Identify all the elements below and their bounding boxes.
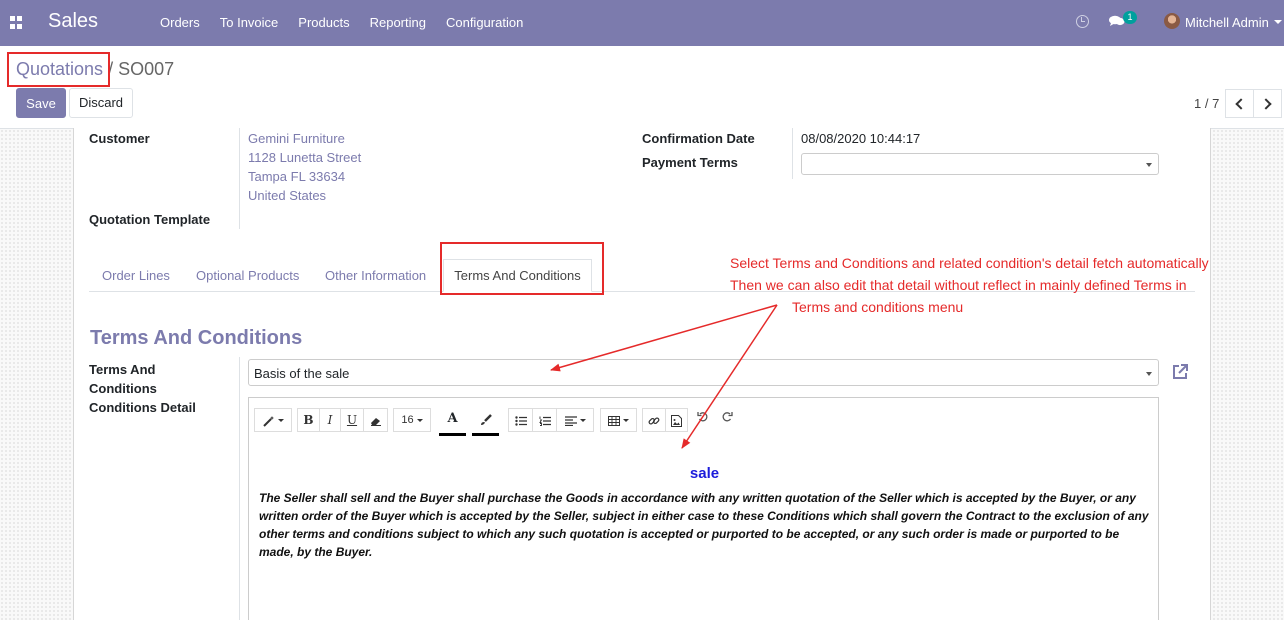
payment-terms-label: Payment Terms	[642, 155, 738, 170]
font-size-dropdown[interactable]: 16	[393, 408, 431, 432]
save-button[interactable]: Save	[16, 88, 66, 118]
fill-color-icon[interactable]	[472, 406, 499, 436]
app-title: Sales	[48, 10, 99, 32]
pager-previous-button[interactable]	[1225, 89, 1254, 118]
link-icon[interactable]	[643, 409, 665, 431]
editor-heading[interactable]: sale	[249, 465, 1160, 482]
menu-item-orders[interactable]: Orders	[160, 15, 200, 30]
tab-order-lines[interactable]: Order Lines	[102, 268, 170, 283]
customer-label: Customer	[89, 131, 150, 146]
annotation-highlight-box-breadcrumb	[7, 52, 110, 87]
pager-value[interactable]: 1 / 7	[1194, 96, 1219, 111]
unordered-list-icon[interactable]	[509, 409, 532, 431]
text-color-icon[interactable]: A	[439, 406, 466, 436]
confirmation-date-value[interactable]: 08/08/2020 10:44:17	[801, 131, 920, 146]
insert-group	[642, 408, 688, 432]
terms-select-value: Basis of the sale	[254, 366, 350, 381]
field-divider	[792, 128, 793, 179]
payment-terms-select[interactable]	[801, 153, 1159, 175]
tab-optional-products[interactable]: Optional Products	[196, 268, 299, 283]
chevron-right-icon	[1260, 98, 1272, 110]
activity-clock-icon[interactable]	[1076, 15, 1089, 28]
terms-field-label-line2: Conditions	[89, 381, 157, 396]
paragraph-group	[508, 408, 594, 432]
user-menu-chevron-down-icon[interactable]	[1274, 20, 1282, 24]
menu-item-products[interactable]: Products	[298, 15, 349, 30]
user-avatar[interactable]	[1164, 13, 1180, 29]
rich-text-editor[interactable]: B I U 16 A sale The Seller shall sell an…	[248, 397, 1159, 620]
editor-body-text[interactable]: The Seller shall sell and the Buyer shal…	[259, 489, 1151, 561]
undo-icon[interactable]	[697, 411, 713, 429]
annotation-highlight-box-tab	[440, 242, 604, 295]
table-dropdown[interactable]	[600, 408, 637, 432]
confirmation-date-label: Confirmation Date	[642, 131, 755, 146]
font-size-value: 16	[401, 414, 414, 426]
quotation-template-label: Quotation Template	[89, 212, 211, 227]
image-icon[interactable]	[666, 409, 687, 431]
external-link-icon[interactable]	[1170, 362, 1190, 382]
chat-count-badge: 1	[1123, 11, 1137, 24]
chevron-down-icon	[1146, 371, 1152, 376]
terms-and-conditions-select[interactable]: Basis of the sale	[248, 359, 1159, 386]
menu-item-reporting[interactable]: Reporting	[370, 15, 426, 30]
font-style-group: B I U	[297, 408, 388, 432]
pager-next-button[interactable]	[1253, 89, 1282, 118]
annotation-line-2: Then we can also edit that detail withou…	[730, 277, 1187, 293]
customer-country[interactable]: United States	[248, 188, 326, 203]
customer-name-link[interactable]: Gemini Furniture	[248, 131, 345, 146]
field-divider	[239, 357, 240, 620]
apps-menu-icon[interactable]	[10, 16, 23, 29]
customer-city[interactable]: Tampa FL 33634	[248, 169, 345, 184]
user-name[interactable]: Mitchell Admin	[1185, 15, 1269, 30]
main-menu: Orders To Invoice Products Reporting Con…	[150, 15, 533, 30]
customer-street[interactable]: 1128 Lunetta Street	[248, 150, 361, 165]
menu-item-configuration[interactable]: Configuration	[446, 15, 523, 30]
section-title: Terms And Conditions	[90, 327, 303, 349]
chevron-down-icon	[1146, 163, 1152, 167]
bold-icon[interactable]: B	[298, 409, 319, 431]
style-dropdown[interactable]	[254, 408, 292, 432]
magic-wand-icon	[255, 409, 291, 431]
annotation-line-1: Select Terms and Conditions and related …	[730, 255, 1209, 271]
italic-icon[interactable]: I	[320, 409, 340, 431]
annotation-line-3: Terms and conditions menu	[792, 299, 964, 315]
table-icon	[601, 409, 636, 431]
field-divider	[239, 128, 240, 229]
top-navbar: Sales Orders To Invoice Products Reporti…	[0, 0, 1284, 46]
breadcrumb-current: SO007	[118, 59, 175, 79]
eraser-icon[interactable]	[364, 409, 387, 431]
chevron-left-icon	[1235, 98, 1247, 110]
menu-item-to-invoice[interactable]: To Invoice	[220, 15, 279, 30]
discard-button[interactable]: Discard	[69, 88, 133, 118]
tab-other-information[interactable]: Other Information	[325, 268, 426, 283]
ordered-list-icon[interactable]	[533, 409, 556, 431]
redo-icon[interactable]	[721, 411, 737, 429]
terms-field-label-line1: Terms And	[89, 362, 156, 377]
align-icon[interactable]	[557, 409, 593, 431]
underline-icon[interactable]: U	[341, 409, 363, 431]
conditions-detail-label: Conditions Detail	[89, 400, 196, 415]
